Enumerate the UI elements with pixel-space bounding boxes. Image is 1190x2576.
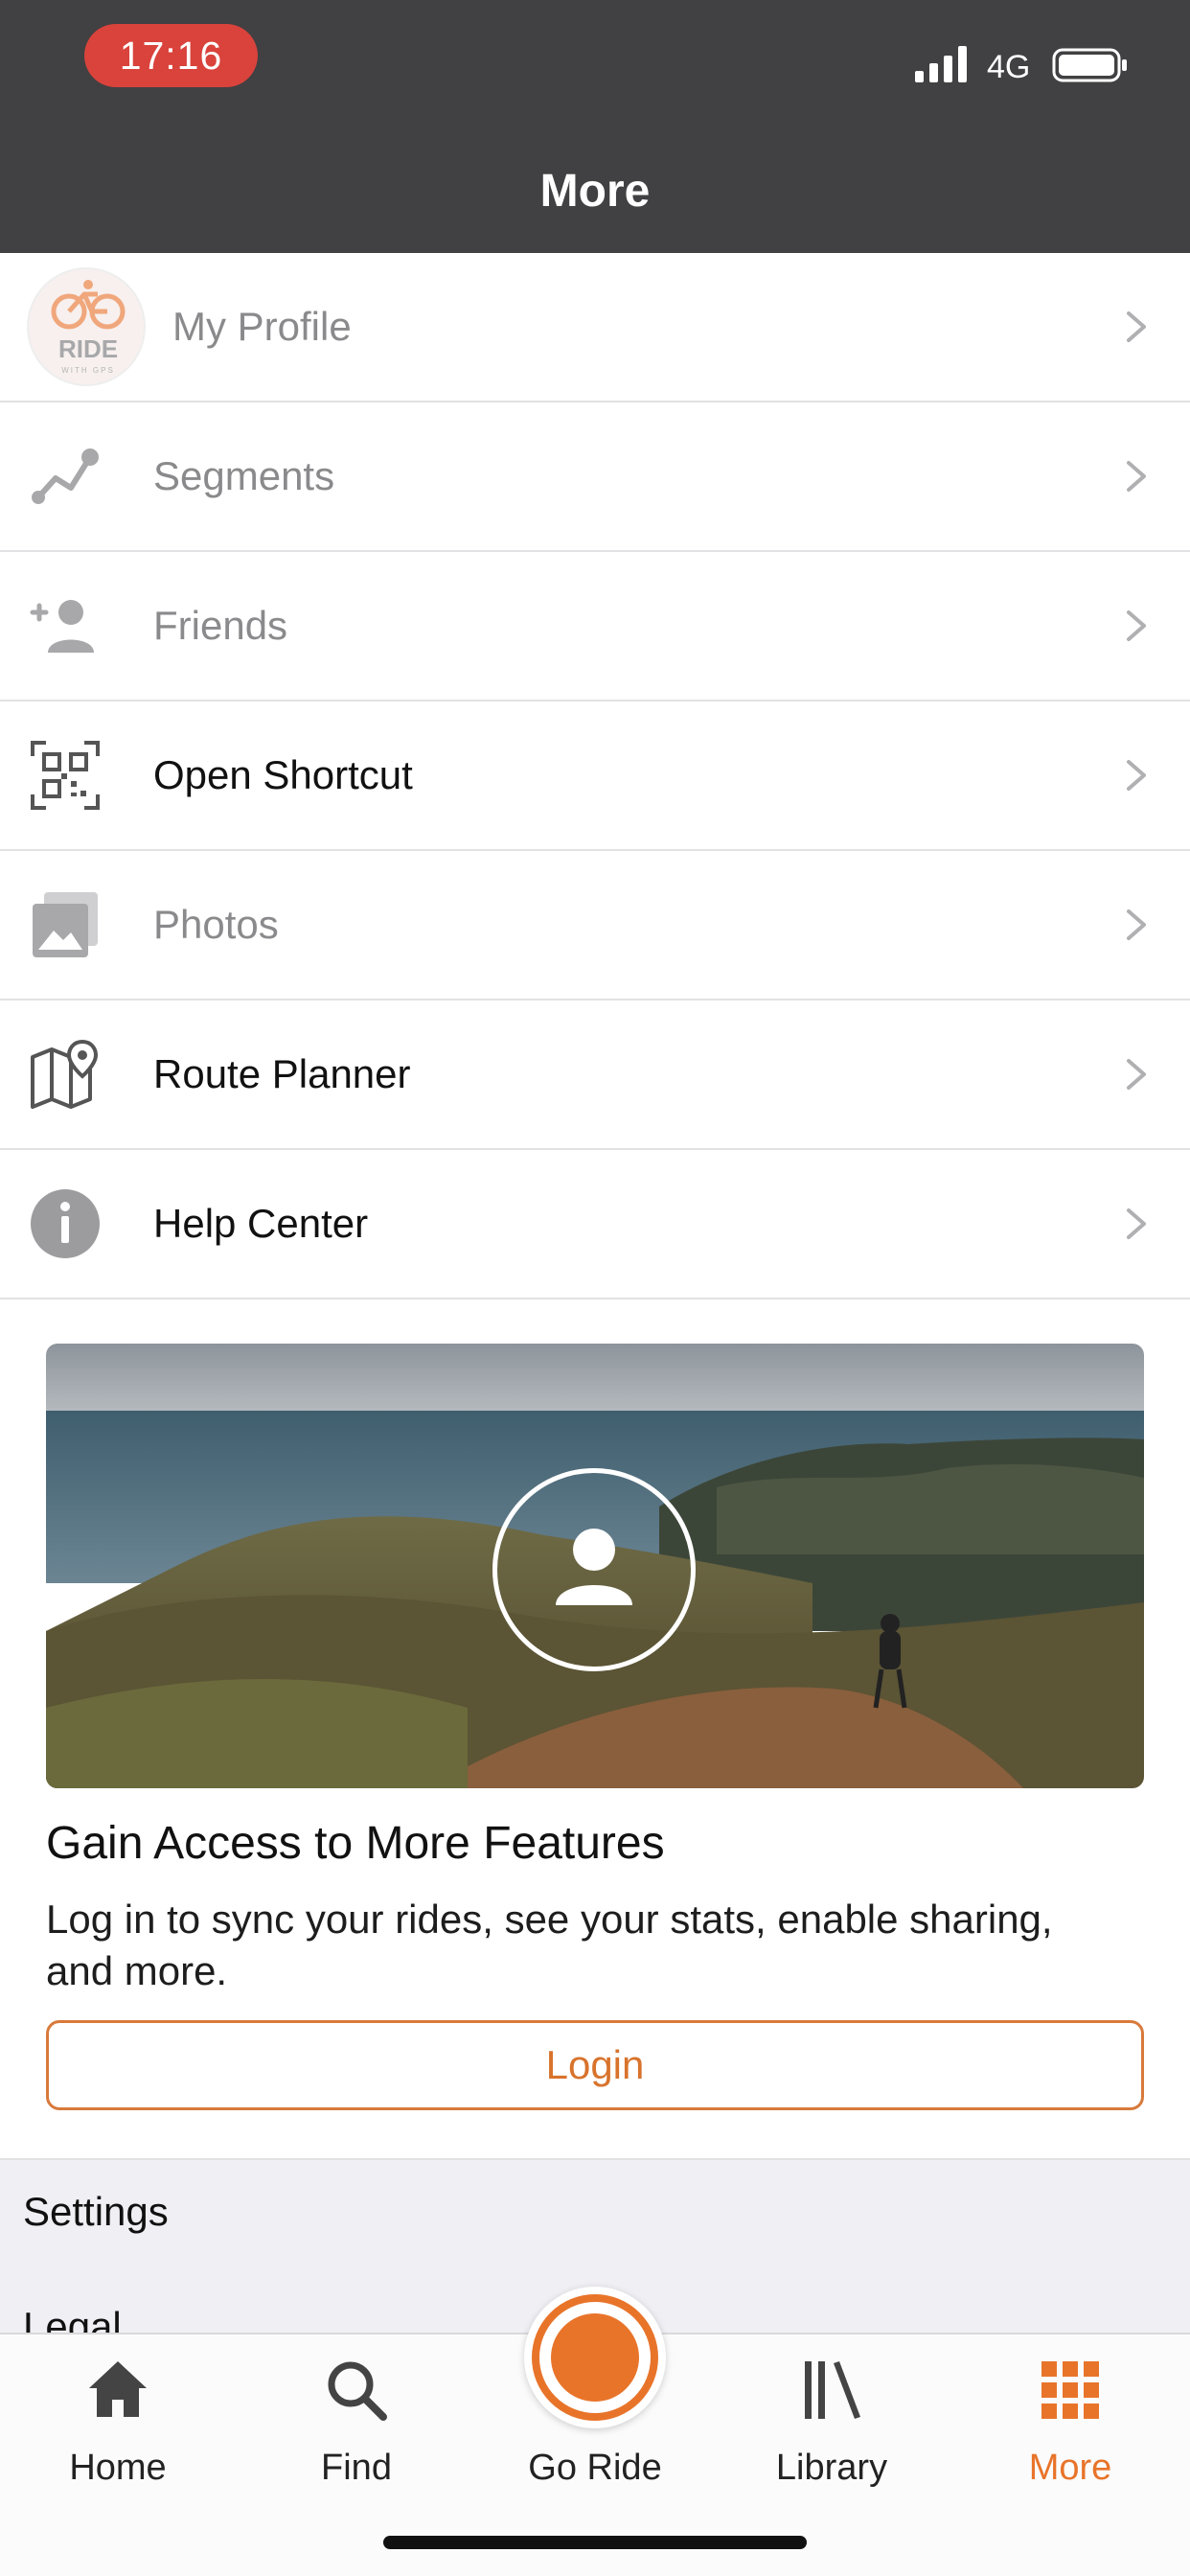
tab-library[interactable]: Library [736,2334,927,2507]
login-button[interactable]: Login [46,2020,1144,2110]
user-placeholder-icon [492,1468,696,1671]
more-screen: 17:16 4G More RIDE WITH GPS My Profile S… [0,0,1190,2576]
promo-landscape-image [46,1344,1144,1788]
settings-link[interactable]: Settings [23,2189,169,2235]
segments-icon [32,448,99,504]
menu-label-segments: Segments [153,453,335,498]
menu-item-help-center[interactable]: Help Center [0,1150,1190,1300]
grid-icon [1041,2361,1099,2419]
chevron-right-icon [1127,1208,1146,1239]
avatar-subtext: WITH GPS [61,366,115,375]
menu-label-open-shortcut: Open Shortcut [153,752,413,797]
library-icon [805,2361,860,2419]
more-menu: RIDE WITH GPS My Profile Segments Friend… [0,253,1190,1300]
info-icon [31,1189,100,1258]
menu-item-my-profile[interactable]: RIDE WITH GPS My Profile [0,253,1190,402]
page-title: More [539,166,651,217]
record-icon [524,2287,666,2428]
search-icon [328,2361,387,2421]
promo-title: Gain Access to More Features [46,1818,665,1869]
tab-label-go-ride: Go Ride [528,2448,662,2488]
signal-icon [915,46,967,82]
photos-icon [33,892,98,957]
menu-item-open-shortcut[interactable]: Open Shortcut [0,702,1190,851]
battery-icon [1052,48,1127,82]
menu-label-help-center: Help Center [153,1201,369,1246]
home-indicator[interactable] [383,2536,807,2549]
avatar-text: RIDE [58,334,118,363]
chevron-right-icon [1127,909,1146,940]
tab-find[interactable]: Find [261,2334,452,2507]
menu-label-route-planner: Route Planner [153,1051,411,1096]
qr-code-icon [31,741,100,810]
home-icon [89,2361,147,2417]
status-time: 17:16 [84,24,258,87]
menu-item-friends[interactable]: Friends [0,552,1190,702]
ride-logo-icon: RIDE WITH GPS [51,280,126,375]
add-friend-icon [30,600,94,653]
menu-label-photos: Photos [153,902,279,947]
menu-label-my-profile: My Profile [172,304,352,349]
chevron-right-icon [1127,760,1146,791]
menu-item-route-planner[interactable]: Route Planner [0,1000,1190,1150]
top-bar: 17:16 4G More [0,0,1190,253]
tab-label-more: More [1028,2448,1112,2488]
tab-label-library: Library [775,2448,888,2488]
tab-label-home: Home [69,2448,167,2488]
chevron-right-icon [1127,461,1146,492]
menu-item-segments[interactable]: Segments [0,402,1190,552]
chevron-right-icon [1127,1059,1146,1090]
tab-more[interactable]: More [974,2334,1166,2507]
login-promo-card: Gain Access to More Features Log in to s… [46,1344,1144,2110]
tab-home[interactable]: Home [22,2334,214,2507]
chevron-right-icon [1127,311,1146,342]
menu-item-photos[interactable]: Photos [0,851,1190,1000]
profile-avatar: RIDE WITH GPS [27,267,146,386]
tab-label-find: Find [321,2448,392,2488]
chevron-right-icon [1127,610,1146,641]
menu-label-friends: Friends [153,603,288,648]
network-type: 4G [987,49,1031,85]
map-pin-icon [31,1039,99,1109]
tab-go-ride[interactable]: Go Ride [499,2287,691,2507]
promo-body: Log in to sync your rides, see your stat… [46,1897,1053,1993]
